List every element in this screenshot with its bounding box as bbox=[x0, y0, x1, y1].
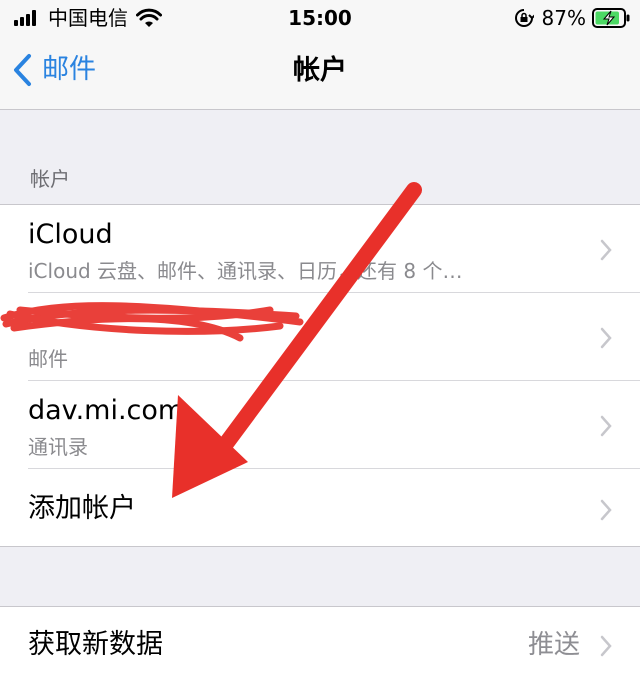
chevron-right-icon bbox=[600, 239, 612, 261]
add-account-row[interactable]: 添加帐户 bbox=[0, 469, 640, 547]
orientation-lock-icon bbox=[514, 9, 534, 27]
chevron-right-icon bbox=[600, 327, 612, 349]
fetch-new-data-row[interactable]: 获取新数据 推送 bbox=[0, 607, 640, 675]
accounts-list: iCloud iCloud 云盘、邮件、通讯录、日历，还有 8 个… 邮件 da… bbox=[0, 204, 640, 547]
account-subtitle: 邮件 bbox=[28, 347, 68, 371]
status-bar-right: 87% bbox=[514, 6, 630, 30]
add-account-label: 添加帐户 bbox=[28, 493, 136, 524]
battery-percent: 87% bbox=[541, 6, 586, 30]
account-row-dav-mi[interactable]: dav.mi.com 通讯录 bbox=[0, 381, 640, 469]
battery-charging-icon bbox=[592, 8, 630, 28]
fetch-new-data-label: 获取新数据 bbox=[28, 629, 163, 660]
accounts-section-header: 帐户 bbox=[30, 167, 70, 191]
redaction-scribble bbox=[0, 302, 304, 342]
fetch-settings-list: 获取新数据 推送 bbox=[0, 606, 640, 675]
page-title: 帐户 bbox=[293, 55, 347, 86]
navigation-bar: 邮件 帐户 bbox=[0, 36, 640, 110]
chevron-right-icon bbox=[600, 415, 612, 437]
account-row-icloud[interactable]: iCloud iCloud 云盘、邮件、通讯录、日历，还有 8 个… bbox=[0, 205, 640, 293]
chevron-right-icon bbox=[600, 635, 612, 657]
account-title: iCloud bbox=[28, 219, 113, 250]
account-subtitle: 通讯录 bbox=[28, 435, 88, 459]
status-bar: 中国电信 15:00 87% bbox=[0, 0, 640, 36]
fetch-mode-value: 推送 bbox=[527, 630, 580, 660]
account-title: dav.mi.com bbox=[28, 395, 185, 426]
account-subtitle: iCloud 云盘、邮件、通讯录、日历，还有 8 个… bbox=[28, 259, 463, 283]
chevron-right-icon bbox=[600, 499, 612, 521]
